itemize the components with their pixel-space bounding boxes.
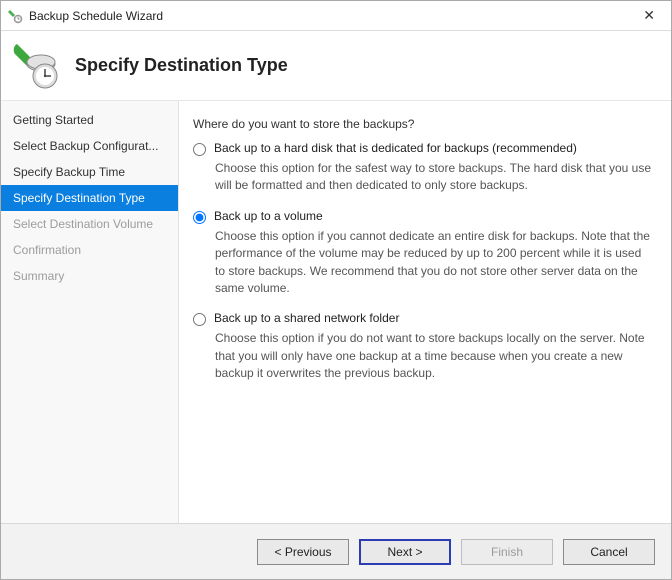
wizard-body: Getting StartedSelect Backup Configurat.… (1, 101, 671, 523)
wizard-step-3[interactable]: Specify Destination Type (1, 185, 178, 211)
wizard-step-5: Confirmation (1, 237, 178, 263)
destination-option-row-0[interactable]: Back up to a hard disk that is dedicated… (193, 141, 653, 156)
cancel-button[interactable]: Cancel (563, 539, 655, 565)
destination-option-desc-0: Choose this option for the safest way to… (215, 160, 653, 195)
destination-option-label-0: Back up to a hard disk that is dedicated… (214, 141, 577, 155)
destination-option-label-1: Back up to a volume (214, 209, 323, 223)
backup-schedule-icon (11, 40, 63, 92)
titlebar: Backup Schedule Wizard ✕ (1, 1, 671, 31)
destination-option-2: Back up to a shared network folder Choose… (193, 311, 653, 382)
destination-option-desc-2: Choose this option if you do not want to… (215, 330, 653, 382)
wizard-step-1[interactable]: Select Backup Configurat... (1, 133, 178, 159)
destination-option-1: Back up to a volume Choose this option if… (193, 209, 653, 298)
wizard-step-0[interactable]: Getting Started (1, 107, 178, 133)
previous-button[interactable]: < Previous (257, 539, 349, 565)
destination-radio-2[interactable] (193, 313, 206, 326)
wizard-footer: < Previous Next > Finish Cancel (1, 523, 671, 579)
destination-option-label-2: Back up to a shared network folder (214, 311, 399, 325)
destination-option-desc-1: Choose this option if you cannot dedicat… (215, 228, 653, 298)
close-button[interactable]: ✕ (635, 7, 663, 24)
page-title: Specify Destination Type (75, 55, 288, 76)
destination-option-0: Back up to a hard disk that is dedicated… (193, 141, 653, 195)
wizard-step-6: Summary (1, 263, 178, 289)
wizard-content: Where do you want to store the backups? … (179, 101, 671, 523)
question-label: Where do you want to store the backups? (193, 117, 653, 131)
next-button[interactable]: Next > (359, 539, 451, 565)
finish-button[interactable]: Finish (461, 539, 553, 565)
destination-option-row-1[interactable]: Back up to a volume (193, 209, 653, 224)
window-title: Backup Schedule Wizard (29, 9, 635, 23)
wizard-steps-sidebar: Getting StartedSelect Backup Configurat.… (1, 101, 179, 523)
destination-radio-0[interactable] (193, 143, 206, 156)
app-icon (7, 8, 23, 24)
wizard-step-4: Select Destination Volume (1, 211, 178, 237)
wizard-header: Specify Destination Type (1, 31, 671, 101)
destination-option-row-2[interactable]: Back up to a shared network folder (193, 311, 653, 326)
wizard-step-2[interactable]: Specify Backup Time (1, 159, 178, 185)
destination-radio-1[interactable] (193, 211, 206, 224)
